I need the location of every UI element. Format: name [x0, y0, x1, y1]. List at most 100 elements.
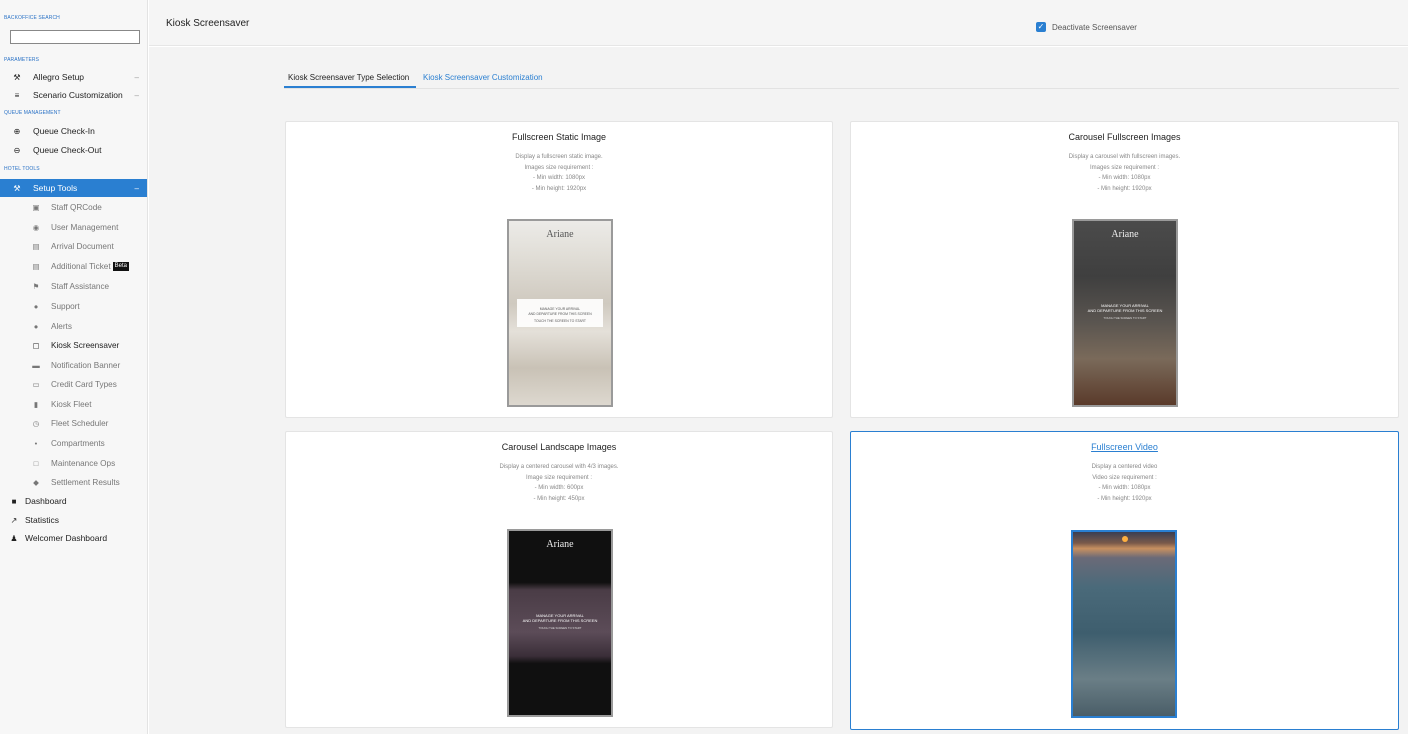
chevron-icon: –: [134, 90, 139, 100]
trend-icon: ↗: [10, 515, 18, 525]
sun-shape: [1122, 536, 1128, 542]
main-content: Kiosk Screensaver Type Selection Kiosk S…: [149, 47, 1408, 734]
fleet-icon: ▮: [33, 399, 39, 409]
sidebar-item-alerts[interactable]: ● Alerts: [0, 317, 147, 335]
sidebar-item-label: Credit Card Types: [51, 379, 117, 389]
card-title: Carousel Fullscreen Images: [1068, 132, 1181, 142]
qrcode-icon: ▣: [32, 202, 40, 212]
sidebar-item-label: Queue Check-Out: [33, 145, 102, 155]
sidebar-item-label: Staff QRCode: [51, 202, 102, 212]
checkbox-checked-icon[interactable]: ✓: [1036, 22, 1046, 32]
page-header: Kiosk Screensaver ✓ Deactivate Screensav…: [149, 0, 1408, 46]
welcomer-icon: ♟: [10, 533, 18, 543]
sidebar-item-label: Dashboard: [25, 496, 67, 506]
clock-icon: ◷: [32, 418, 40, 428]
screensaver-option-carousel-landscape[interactable]: Carousel Landscape Images Display a cent…: [285, 431, 833, 728]
sidebar-item-statistics[interactable]: ↗ Statistics: [0, 511, 147, 529]
dashboard-icon: ■: [11, 496, 17, 506]
sidebar-item-additional-ticket[interactable]: ▤ Additional Ticket Beta: [0, 257, 147, 275]
sidebar-item-maintenance-ops[interactable]: □ Maintenance Ops: [0, 454, 147, 472]
preview-logo: Ariane: [1111, 229, 1139, 240]
sidebar-item-compartments[interactable]: • Compartments: [0, 434, 147, 452]
sidebar-item-allegro-setup[interactable]: ⚒ Allegro Setup –: [0, 68, 147, 86]
preview-carousel-landscape: Ariane MANAGE YOUR ARRIVAL AND DEPARTURE …: [507, 529, 613, 717]
preview-logo: Ariane: [546, 229, 574, 240]
card-description: Display a centered carousel with 4/3 ima…: [499, 464, 619, 502]
section-hotel-tools: HOTEL TOOLS: [4, 166, 40, 172]
preview-message: MANAGE YOUR ARRIVAL AND DEPARTURE FROM TH…: [1087, 303, 1163, 320]
chevron-icon: –: [134, 183, 139, 193]
sidebar-item-label: Setup Tools: [33, 183, 78, 193]
sidebar-item-label: Settlement Results: [51, 477, 120, 487]
tab-customization[interactable]: Kiosk Screensaver Customization: [423, 73, 543, 82]
tab-bar: Kiosk Screensaver Type Selection Kiosk S…: [284, 67, 1399, 89]
preview-carousel-fullscreen: Ariane MANAGE YOUR ARRIVAL AND DEPARTURE …: [1072, 219, 1178, 407]
sidebar-item-dashboard[interactable]: ■ Dashboard: [0, 492, 147, 510]
sidebar-item-welcomer-dashboard[interactable]: ♟ Welcomer Dashboard: [0, 529, 147, 547]
screensaver-option-carousel-fullscreen[interactable]: Carousel Fullscreen Images Display a car…: [850, 121, 1399, 418]
sidebar-item-fleet-scheduler[interactable]: ◷ Fleet Scheduler: [0, 414, 147, 432]
sidebar-item-kiosk-screensaver[interactable]: ▢ Kiosk Screensaver: [0, 336, 147, 354]
sidebar-item-user-management[interactable]: ◉ User Management: [0, 218, 147, 236]
deactivate-screensaver-label: Deactivate Screensaver: [1052, 22, 1137, 32]
sidebar-item-staff-assistance[interactable]: ⚑ Staff Assistance: [0, 277, 147, 295]
sidebar-item-label: Allegro Setup: [33, 72, 85, 82]
sidebar-item-kiosk-fleet[interactable]: ▮ Kiosk Fleet: [0, 395, 147, 413]
sidebar-item-label: Scenario Customization: [33, 90, 123, 100]
sidebar-item-notification-banner[interactable]: ▬ Notification Banner: [0, 356, 147, 374]
key-icon: •: [34, 438, 38, 448]
flag-icon: ⚑: [32, 281, 40, 291]
banner-icon: ▬: [32, 360, 40, 370]
sidebar-item-setup-tools[interactable]: ⚒ Setup Tools –: [0, 179, 147, 197]
preview-logo: Ariane: [546, 539, 574, 550]
document-icon: ▤: [32, 241, 40, 251]
sidebar-item-label: Support: [51, 301, 80, 311]
alert-icon: ●: [33, 321, 39, 331]
screensaver-option-fullscreen-video[interactable]: Fullscreen Video Display a centered vide…: [850, 431, 1399, 730]
hand-bell-icon: ≡: [14, 90, 20, 100]
sidebar-item-label: User Management: [51, 222, 119, 232]
sidebar-item-queue-check-in[interactable]: ⊕ Queue Check-In: [0, 122, 147, 140]
screensaver-option-static-image[interactable]: Fullscreen Static Image Display a fullsc…: [285, 121, 833, 418]
document-icon: ▤: [32, 261, 40, 271]
backoffice-search-input[interactable]: [10, 30, 140, 44]
minus-circle-icon: ⊖: [13, 145, 21, 155]
card-description: Display a carousel with fullscreen image…: [1068, 154, 1181, 192]
section-queue-management: QUEUE MANAGEMENT: [4, 110, 61, 116]
sidebar-item-queue-check-out[interactable]: ⊖ Queue Check-Out: [0, 141, 147, 159]
sidebar-item-label: Queue Check-In: [33, 126, 95, 136]
card-title[interactable]: Fullscreen Video: [851, 442, 1398, 452]
sidebar-item-label: Alerts: [51, 321, 72, 331]
preview-message: MANAGE YOUR ARRIVAL AND DEPARTURE FROM TH…: [517, 299, 603, 327]
sidebar-item-settlement-results[interactable]: ◆ Settlement Results: [0, 473, 147, 491]
section-parameters: PARAMETERS: [4, 57, 40, 63]
credit-card-icon: ▭: [32, 379, 40, 389]
sidebar-item-scenario-customization[interactable]: ≡ Scenario Customization –: [0, 86, 147, 104]
help-circle-icon: ●: [33, 301, 39, 311]
sidebar-item-credit-card-types[interactable]: ▭ Credit Card Types: [0, 375, 147, 393]
plus-circle-icon: ⊕: [13, 126, 21, 136]
sidebar-item-label: Kiosk Fleet: [51, 399, 92, 409]
sidebar-item-label: Notification Banner: [51, 360, 121, 370]
tab-type-selection[interactable]: Kiosk Screensaver Type Selection: [288, 73, 409, 82]
sidebar-item-label: Fleet Scheduler: [51, 418, 109, 428]
sidebar-item-staff-qrcode[interactable]: ▣ Staff QRCode: [0, 198, 147, 216]
desktop-icon: □: [33, 458, 39, 468]
beta-badge: Beta: [112, 261, 129, 271]
preview-fullscreen-video: [1071, 530, 1177, 718]
sidebar-item-label: Welcomer Dashboard: [25, 533, 108, 543]
sidebar-item-support[interactable]: ● Support: [0, 297, 147, 315]
sidebar-item-label: Arrival Document: [51, 241, 114, 251]
sidebar-item-label: Statistics: [25, 515, 60, 525]
monitor-icon: ▢: [32, 340, 40, 350]
page-title: Kiosk Screensaver: [166, 18, 250, 29]
backoffice-search-label: BACKOFFICE SEARCH: [4, 15, 60, 21]
settlement-icon: ◆: [33, 477, 39, 487]
preview-static-image: Ariane MANAGE YOUR ARRIVAL AND DEPARTURE …: [507, 219, 613, 407]
wrench-icon: ⚒: [13, 183, 21, 193]
sidebar-item-label: Kiosk Screensaver: [51, 340, 120, 350]
deactivate-screensaver-toggle[interactable]: ✓ Deactivate Screensaver: [1036, 22, 1137, 32]
sidebar-item-arrival-document[interactable]: ▤ Arrival Document: [0, 237, 147, 255]
chevron-icon: –: [134, 72, 139, 82]
user-circle-icon: ◉: [32, 222, 40, 232]
